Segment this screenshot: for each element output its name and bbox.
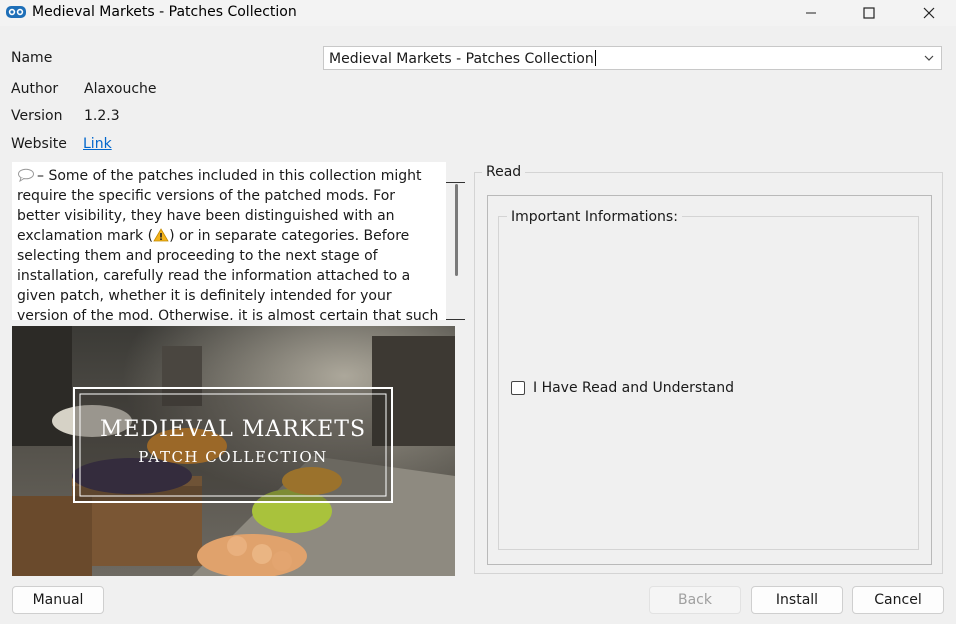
description-text: – Some of the patches included in this c… <box>17 166 441 320</box>
close-icon <box>923 7 935 19</box>
name-value: Medieval Markets - Patches Collection <box>329 51 594 67</box>
install-button[interactable]: Install <box>751 586 843 614</box>
author-value: Alaxouche <box>84 81 157 97</box>
read-understand-label[interactable]: I Have Read and Understand <box>533 380 734 396</box>
speech-bubble-icon <box>18 168 34 182</box>
scrollbar-bottom-edge <box>446 319 465 320</box>
chevron-down-icon[interactable] <box>923 53 935 63</box>
banner-title: MEDIEVAL MARKETS <box>100 417 366 442</box>
minimize-button[interactable] <box>788 0 834 26</box>
text-cursor <box>594 50 596 66</box>
read-understand-row[interactable]: I Have Read and Understand <box>511 380 734 396</box>
description-scrollbar-thumb[interactable] <box>455 184 458 276</box>
app-logo-icon <box>6 6 26 18</box>
banner-subtitle: PATCH COLLECTION <box>138 448 328 466</box>
mod-banner-image: MEDIEVAL MARKETS PATCH COLLECTION <box>12 326 455 576</box>
warning-icon <box>153 228 169 242</box>
title-bar: Medieval Markets - Patches Collection <box>0 0 956 26</box>
read-understand-checkbox[interactable] <box>511 381 525 395</box>
minimize-icon <box>806 12 816 14</box>
important-info-label: Important Informations: <box>507 209 682 225</box>
version-label: Version <box>11 108 63 124</box>
maximize-icon <box>863 7 875 19</box>
scrollbar-top-edge <box>446 182 465 183</box>
window-title: Medieval Markets - Patches Collection <box>32 4 297 20</box>
website-link[interactable]: Link <box>83 136 112 152</box>
close-button[interactable] <box>906 0 952 26</box>
author-label: Author <box>11 81 59 97</box>
name-label: Name <box>11 50 53 66</box>
back-button[interactable]: Back <box>649 586 741 614</box>
description-box[interactable]: – Some of the patches included in this c… <box>12 162 446 320</box>
website-label: Website <box>11 136 67 152</box>
manual-button[interactable]: Manual <box>12 586 104 614</box>
name-combobox[interactable]: Medieval Markets - Patches Collection <box>323 46 942 70</box>
cancel-button[interactable]: Cancel <box>852 586 944 614</box>
read-group-label: Read <box>482 164 526 180</box>
version-value: 1.2.3 <box>84 108 120 124</box>
maximize-button[interactable] <box>846 0 892 26</box>
